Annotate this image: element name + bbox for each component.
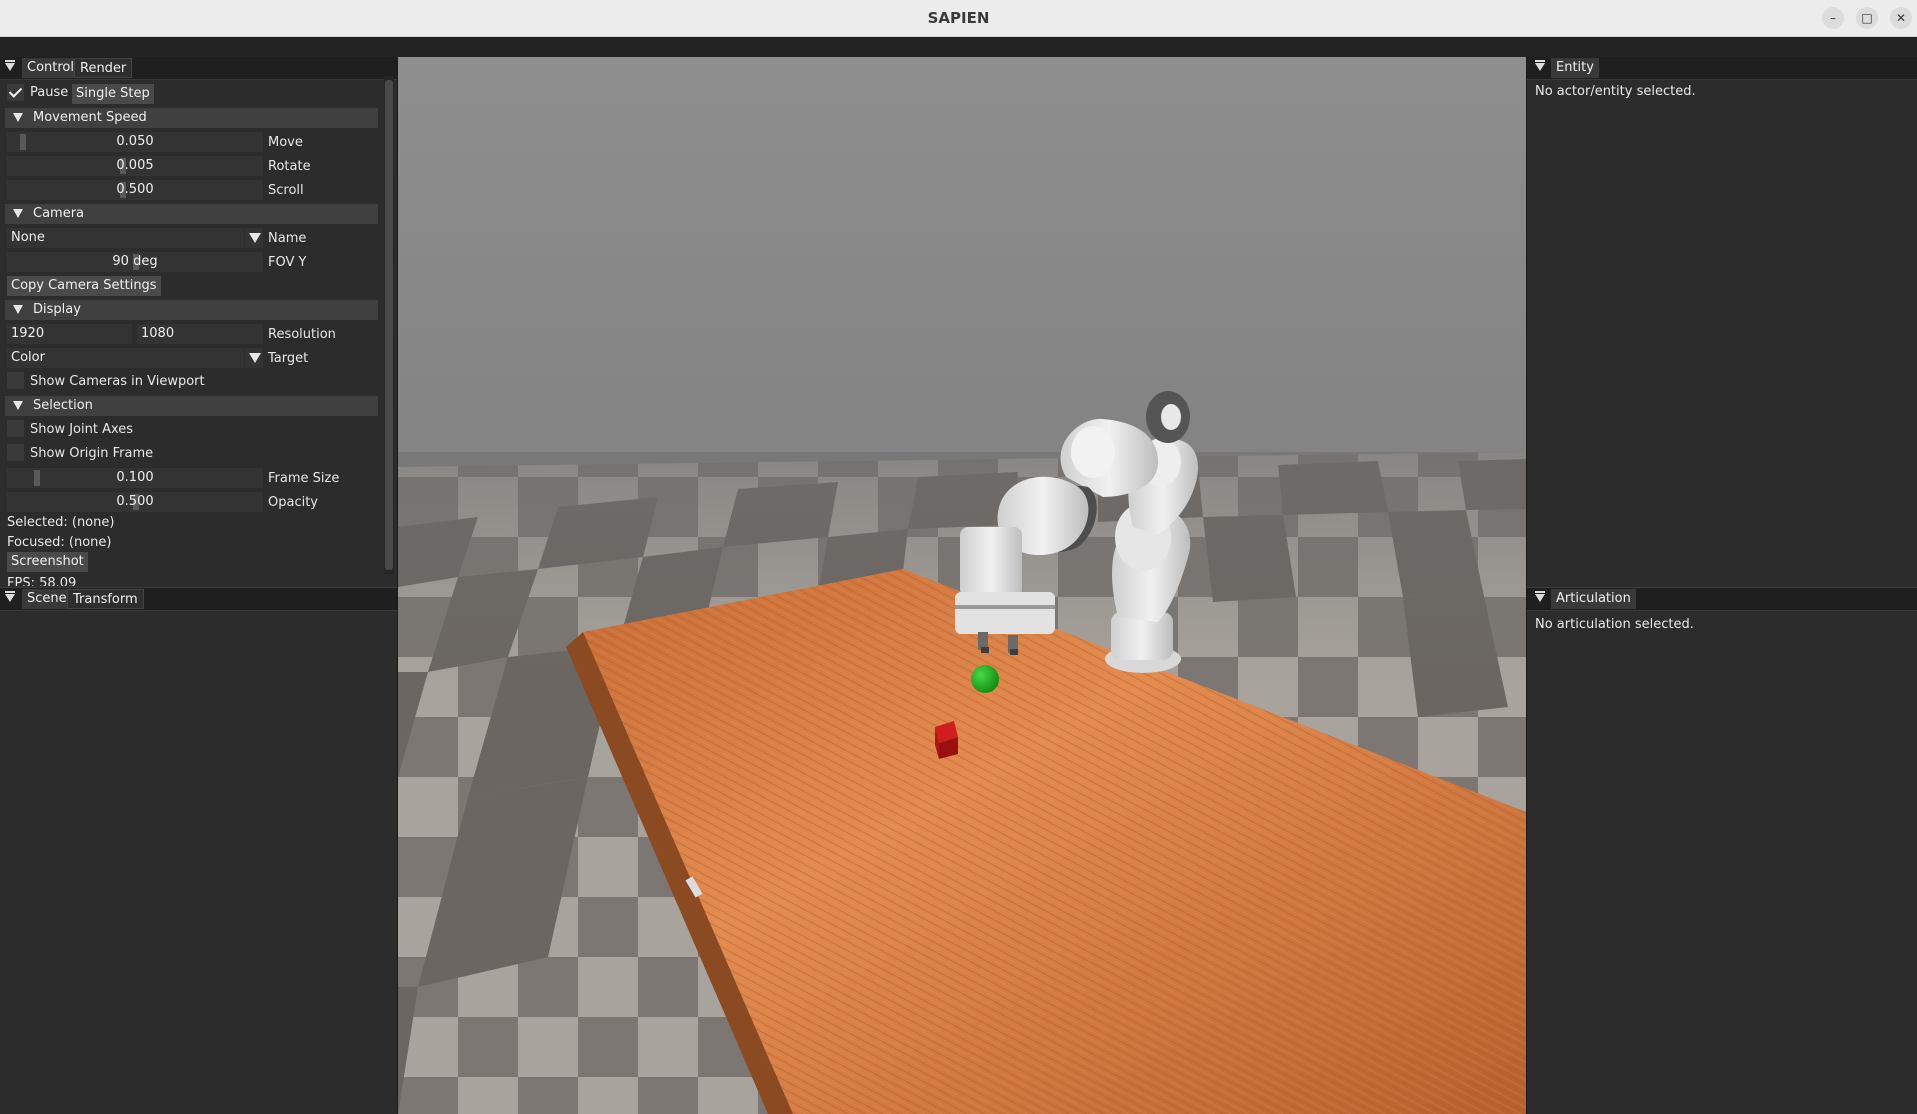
section-title: Display — [33, 302, 81, 317]
entity-panel: Entity — [1527, 57, 1917, 587]
resolution-height-input[interactable]: 1080 — [137, 324, 263, 344]
tab-control[interactable]: Control — [22, 58, 79, 78]
opacity-value: 0.500 — [116, 494, 154, 509]
fov-value: 90 deg — [112, 254, 158, 269]
maximize-icon[interactable]: □ — [1856, 7, 1878, 29]
pause-checkbox[interactable] — [7, 84, 24, 101]
fov-slider[interactable]: 90 deg — [7, 252, 263, 272]
expand-icon — [13, 305, 23, 314]
title-bar: SAPIEN – □ ✕ — [0, 0, 1917, 37]
fov-label: FOV Y — [268, 255, 307, 270]
section-title: Movement Speed — [33, 110, 147, 125]
3d-viewport[interactable] — [398, 57, 1526, 1114]
focused-status: Focused: (none) — [7, 535, 112, 550]
fps-readout: FPS: 58.09 — [7, 576, 77, 586]
tab-entity[interactable]: Entity — [1551, 58, 1599, 78]
target-select[interactable]: Color — [7, 348, 244, 368]
articulation-panel-header: Articulation — [1527, 588, 1917, 611]
right-divider[interactable] — [1526, 57, 1527, 1114]
close-icon[interactable]: ✕ — [1890, 7, 1912, 29]
move-label: Move — [268, 135, 303, 150]
opacity-slider[interactable]: 0.500 — [7, 492, 263, 512]
show-cameras-label: Show Cameras in Viewport — [30, 374, 205, 389]
articulation-empty-message: No articulation selected. — [1535, 617, 1694, 632]
scroll-slider[interactable]: 0.500 — [7, 180, 263, 200]
show-joint-axes-label: Show Joint Axes — [30, 422, 134, 437]
show-origin-frame-label: Show Origin Frame — [30, 446, 154, 461]
frame-size-value: 0.100 — [116, 470, 154, 485]
show-cameras-checkbox[interactable] — [7, 372, 24, 389]
show-origin-frame-checkbox[interactable] — [7, 444, 24, 461]
green-ball — [971, 665, 999, 693]
scene-panel: Scene Transform — [0, 588, 397, 1114]
right-hsplit[interactable] — [1527, 587, 1917, 588]
rotate-value: 0.005 — [116, 158, 154, 173]
left-divider[interactable] — [397, 57, 398, 1114]
scene-panel-header: Scene Transform — [0, 588, 397, 611]
red-cube — [935, 721, 958, 759]
section-title: Camera — [33, 206, 85, 221]
tab-scene[interactable]: Scene — [22, 589, 72, 609]
single-step-button[interactable]: Single Step — [72, 84, 154, 104]
copy-camera-settings-button[interactable]: Copy Camera Settings — [7, 276, 161, 296]
resolution-label: Resolution — [268, 327, 336, 342]
opacity-label: Opacity — [268, 495, 319, 510]
screenshot-button[interactable]: Screenshot — [7, 552, 88, 572]
section-display[interactable]: Display — [5, 300, 378, 320]
frame-size-label: Frame Size — [268, 471, 340, 486]
entity-empty-message: No actor/entity selected. — [1535, 84, 1696, 99]
pause-label: Pause — [30, 85, 69, 100]
chevron-down-icon[interactable] — [245, 348, 263, 368]
collapse-icon[interactable] — [1535, 60, 1545, 71]
collapse-icon[interactable] — [1535, 591, 1545, 602]
control-panel-header: Control Render — [0, 57, 397, 80]
section-title: Selection — [33, 398, 93, 413]
menu-strip — [0, 37, 1917, 57]
move-value: 0.050 — [116, 134, 154, 149]
chevron-down-icon[interactable] — [245, 228, 263, 248]
section-movement-speed[interactable]: Movement Speed — [5, 108, 378, 128]
camera-name-label: Name — [268, 231, 307, 246]
collapse-icon[interactable] — [5, 591, 15, 602]
rotate-label: Rotate — [268, 159, 311, 174]
expand-icon — [13, 401, 23, 410]
frame-size-slider[interactable]: 0.100 — [7, 468, 263, 488]
minimize-icon[interactable]: – — [1822, 7, 1844, 29]
left-hsplit[interactable] — [0, 587, 397, 588]
move-slider[interactable]: 0.050 — [7, 132, 263, 152]
camera-name-select[interactable]: None — [7, 228, 244, 248]
tab-render[interactable]: Render — [74, 58, 133, 78]
tab-transform[interactable]: Transform — [67, 589, 144, 609]
control-scrollbar-thumb[interactable] — [385, 80, 393, 570]
section-selection[interactable]: Selection — [5, 396, 378, 416]
scroll-value: 0.500 — [116, 182, 154, 197]
sky-background — [398, 57, 1526, 467]
tab-articulation[interactable]: Articulation — [1551, 589, 1636, 609]
collapse-icon[interactable] — [5, 60, 15, 71]
scroll-label: Scroll — [268, 183, 304, 198]
entity-panel-header: Entity — [1527, 57, 1917, 80]
expand-icon — [13, 209, 23, 218]
resolution-width-input[interactable]: 1920 — [7, 324, 132, 344]
section-camera[interactable]: Camera — [5, 204, 378, 224]
articulation-panel: Articulation — [1527, 588, 1917, 1114]
show-joint-axes-checkbox[interactable] — [7, 420, 24, 437]
selected-status: Selected: (none) — [7, 515, 115, 530]
window-title: SAPIEN — [927, 9, 990, 27]
rotate-slider[interactable]: 0.005 — [7, 156, 263, 176]
scene-render — [398, 57, 1526, 1114]
expand-icon — [13, 113, 23, 122]
target-label: Target — [268, 351, 309, 366]
